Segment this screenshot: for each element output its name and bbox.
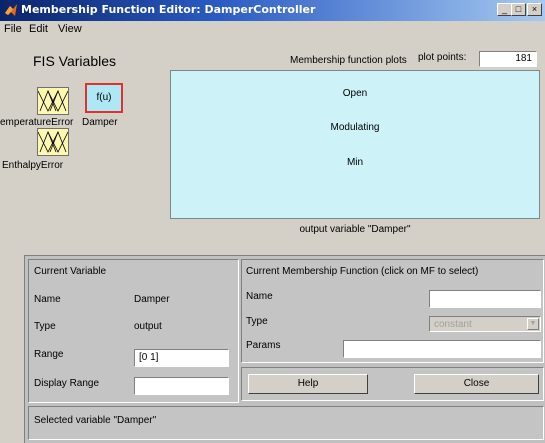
- display-range-input[interactable]: [134, 377, 229, 395]
- current-mf-title: Current Membership Function (click on MF…: [246, 266, 479, 277]
- input-variable-enthalpy-error[interactable]: [37, 128, 69, 156]
- range-input[interactable]: [0 1]: [134, 349, 229, 367]
- plot-caption: output variable "Damper": [299, 224, 411, 235]
- output-variable-damper[interactable]: f(u): [85, 83, 123, 113]
- membership-triangles-icon: [38, 89, 68, 112]
- fis-variables-heading: FIS Variables: [33, 53, 116, 69]
- mf-type-select[interactable]: constant ▼: [429, 316, 541, 332]
- cv-name-value: Damper: [134, 294, 170, 305]
- button-group: Help Close: [241, 367, 544, 401]
- mf-type-label: Type: [246, 316, 268, 327]
- current-variable-group: Current Variable Name Damper Type output…: [28, 259, 239, 403]
- title-bar[interactable]: Membership Function Editor: DamperContro…: [0, 0, 545, 21]
- cv-name-label: Name: [34, 294, 61, 305]
- current-variable-title: Current Variable: [34, 266, 107, 277]
- minimize-button[interactable]: _: [497, 3, 512, 16]
- mf-params-input[interactable]: [343, 340, 541, 358]
- mf-editor-window: Membership Function Editor: DamperContro…: [0, 0, 545, 443]
- chevron-down-icon[interactable]: ▼: [527, 318, 539, 330]
- menu-bar: File Edit View: [0, 21, 545, 38]
- membership-triangles-icon: [38, 130, 68, 153]
- input-variable-label: emperatureError: [0, 117, 74, 128]
- mf-label-modulating[interactable]: Modulating: [171, 122, 539, 133]
- status-text: Selected variable "Damper": [34, 415, 157, 426]
- mf-name-label: Name: [246, 291, 273, 302]
- close-button[interactable]: Close: [414, 374, 539, 394]
- cv-display-range-label: Display Range: [34, 378, 100, 389]
- mf-params-label: Params: [246, 340, 281, 351]
- plot-header: Membership function plots: [290, 55, 407, 66]
- matlab-logo-icon: [5, 4, 17, 16]
- cv-type-label: Type: [34, 321, 56, 332]
- mf-label-min[interactable]: Min: [171, 157, 539, 168]
- maximize-button[interactable]: □: [511, 3, 526, 16]
- cv-type-value: output: [134, 321, 162, 332]
- window-title: Membership Function Editor: DamperContro…: [21, 3, 316, 16]
- status-bar: Selected variable "Damper": [28, 406, 544, 440]
- close-window-button[interactable]: ×: [527, 3, 542, 16]
- input-variable-label: EnthalpyError: [2, 160, 64, 171]
- current-mf-group: Current Membership Function (click on MF…: [241, 259, 544, 363]
- bottom-panel: Current Variable Name Damper Type output…: [24, 255, 545, 443]
- cv-range-label: Range: [34, 349, 64, 360]
- menu-file[interactable]: File: [4, 23, 22, 35]
- menu-view[interactable]: View: [58, 23, 82, 35]
- menu-edit[interactable]: Edit: [29, 23, 48, 35]
- plot-points-label: plot points:: [418, 52, 467, 63]
- mf-type-value: constant: [434, 319, 472, 330]
- mf-name-input[interactable]: [429, 290, 541, 308]
- mf-label-open[interactable]: Open: [171, 88, 539, 99]
- help-button[interactable]: Help: [248, 374, 368, 394]
- input-variable-temperature-error[interactable]: [37, 87, 69, 115]
- plot-points-input[interactable]: 181: [479, 51, 537, 67]
- output-variable-label: Damper: [82, 117, 118, 128]
- membership-function-plot[interactable]: Open Modulating Min: [170, 70, 540, 219]
